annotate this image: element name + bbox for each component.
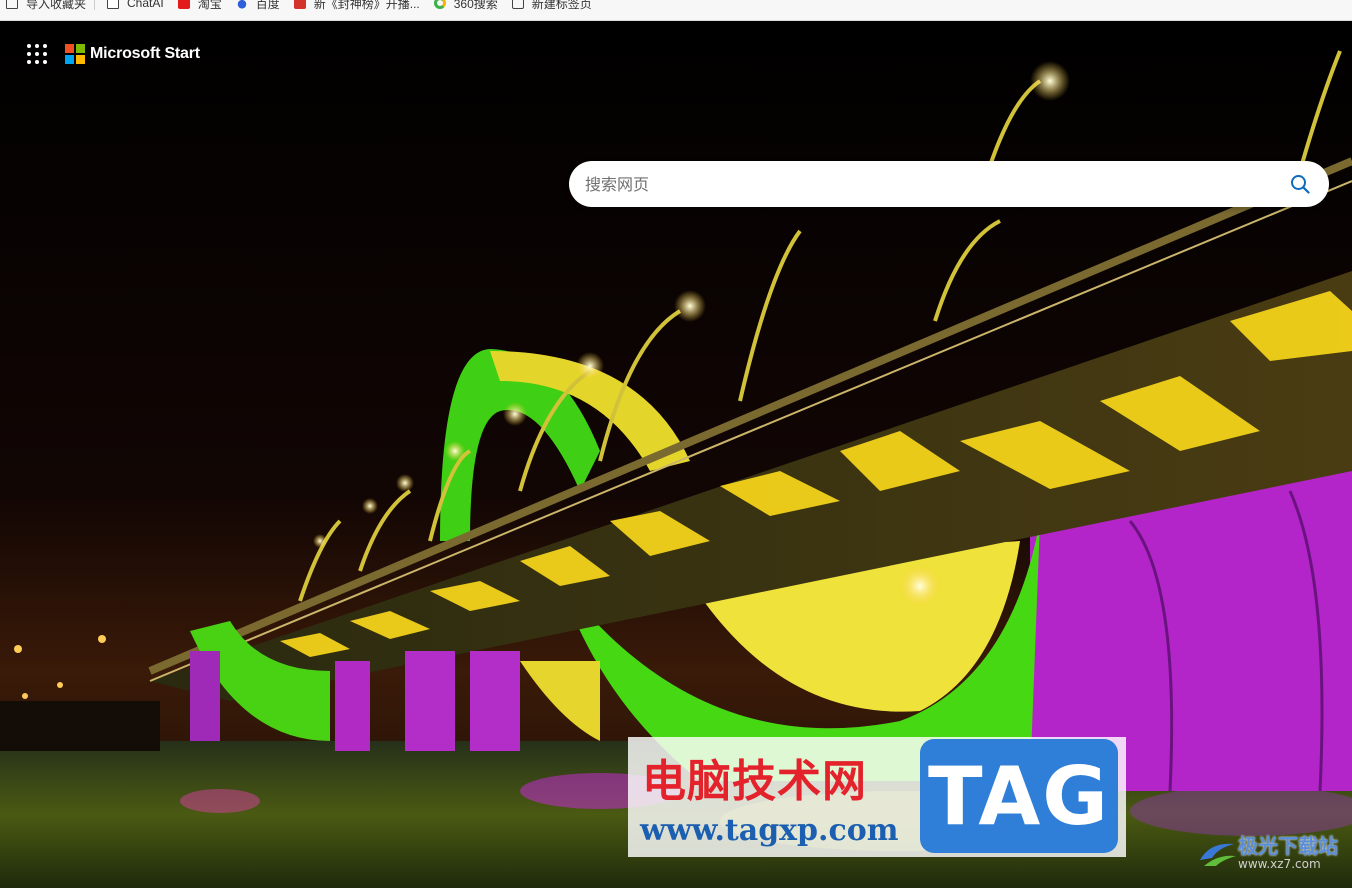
360-search-icon bbox=[433, 0, 446, 9]
bookmark-label: 百度 bbox=[255, 0, 280, 11]
search-button[interactable] bbox=[1277, 161, 1323, 207]
corner-watermark-url: www.xz7.com bbox=[1238, 857, 1321, 871]
corner-watermark-name: 极光下载站 bbox=[1238, 834, 1338, 858]
browser-page: 导入收藏夹 ChatAI 淘宝 百度 新《封神榜》开播... 360搜索 新建标… bbox=[0, 0, 1352, 888]
bookmark-import[interactable]: 导入收藏夹 bbox=[0, 0, 94, 11]
watermark-banner: 电脑技术网 www.tagxp.com TAG bbox=[628, 737, 1126, 857]
watermark-site-name: 电脑技术网 bbox=[642, 756, 867, 807]
bookmark-label: 新《封神榜》开播... bbox=[313, 0, 420, 11]
bookmarks-separator bbox=[94, 0, 96, 10]
bookmark-baidu[interactable]: 百度 bbox=[230, 0, 288, 11]
import-bookmarks-icon bbox=[6, 0, 18, 9]
bookmark-fengshen[interactable]: 新《封神榜》开播... bbox=[288, 0, 428, 11]
search-icon bbox=[1291, 175, 1310, 194]
new-tab-icon bbox=[511, 0, 524, 9]
bookmark-label: 360搜索 bbox=[453, 0, 498, 11]
search-box bbox=[569, 161, 1329, 207]
brand-title: Microsoft Start bbox=[90, 45, 200, 62]
bookmark-360[interactable]: 360搜索 bbox=[428, 0, 506, 11]
watermark-site-url: www.tagxp.com bbox=[640, 813, 899, 848]
baidu-icon bbox=[235, 0, 248, 9]
bookmark-new-tab[interactable]: 新建标签页 bbox=[506, 0, 600, 11]
bookmark-chatai[interactable]: ChatAI bbox=[101, 0, 172, 10]
bookmark-label: 新建标签页 bbox=[531, 0, 592, 11]
aurora-logo-icon bbox=[1200, 843, 1236, 866]
microsoft-logo-icon bbox=[65, 44, 85, 64]
bookmark-label: ChatAI bbox=[127, 0, 164, 10]
game-icon bbox=[293, 0, 306, 9]
bookmark-taobao[interactable]: 淘宝 bbox=[172, 0, 230, 11]
bookmark-label: 淘宝 bbox=[197, 0, 222, 11]
bookmark-label: 导入收藏夹 bbox=[26, 0, 87, 11]
bookmarks-bar: 导入收藏夹 ChatAI 淘宝 百度 新《封神榜》开播... 360搜索 新建标… bbox=[0, 0, 1352, 21]
document-icon bbox=[107, 0, 120, 9]
watermark-tag-logo: TAG bbox=[920, 739, 1118, 853]
taobao-icon bbox=[177, 0, 190, 9]
app-launcher-icon[interactable] bbox=[27, 44, 47, 64]
search-input[interactable] bbox=[569, 173, 1277, 195]
microsoft-start-logo[interactable]: Microsoft Start bbox=[65, 44, 200, 64]
corner-watermark: 极光下载站 www.xz7.com bbox=[1196, 836, 1338, 870]
